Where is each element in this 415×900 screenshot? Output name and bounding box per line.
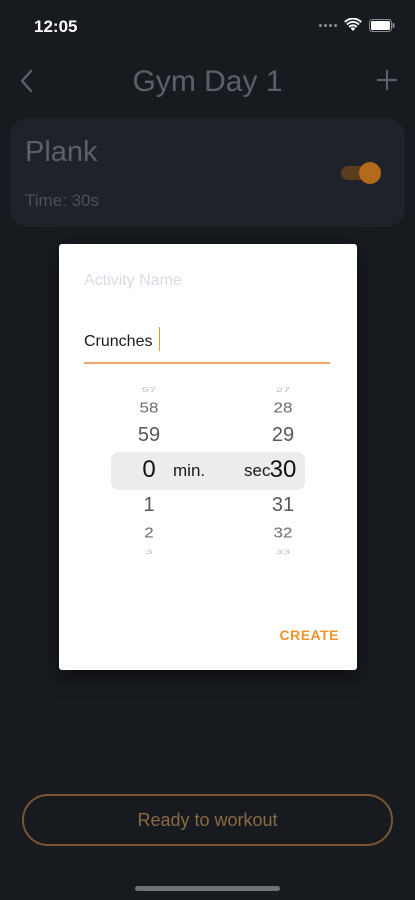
status-bar: 12:05	[0, 0, 415, 54]
minutes-option[interactable]: 3	[119, 548, 179, 556]
minutes-option[interactable]: 58	[119, 400, 179, 417]
seconds-unit-label: sec.	[244, 461, 276, 480]
minutes-unit-label: min.	[173, 461, 206, 480]
add-button[interactable]	[374, 65, 400, 95]
seconds-option[interactable]: 32	[253, 525, 313, 542]
home-indicator	[135, 886, 280, 891]
status-icons	[319, 18, 395, 32]
minutes-option[interactable]: 2	[119, 525, 179, 542]
activity-name-label: Activity Name	[84, 272, 182, 289]
nav-bar: Gym Day 1	[0, 56, 415, 108]
seconds-option[interactable]: 31	[253, 494, 313, 517]
cellular-signal-icon	[319, 23, 337, 27]
create-activity-dialog: Activity Name 57 58 59 0 1 2 3 min. 27 2…	[59, 244, 357, 670]
activity-name-input[interactable]	[84, 322, 330, 364]
minutes-option[interactable]: 57	[119, 386, 179, 394]
minutes-option[interactable]: 1	[119, 494, 179, 517]
plus-icon	[377, 70, 397, 90]
seconds-option[interactable]: 27	[253, 386, 313, 394]
status-time: 12:05	[34, 17, 78, 36]
seconds-option[interactable]: 33	[253, 548, 313, 556]
battery-icon	[369, 18, 395, 32]
duration-picker[interactable]: 57 58 59 0 1 2 3 min. 27 28 29 30 31 32 …	[111, 378, 305, 568]
page-title: Gym Day 1	[132, 65, 283, 98]
seconds-option[interactable]: 28	[253, 400, 313, 417]
ready-to-workout-button[interactable]: Ready to workout	[22, 794, 393, 846]
wifi-icon	[344, 18, 362, 31]
activity-title: Plank	[25, 136, 98, 168]
minutes-option[interactable]: 59	[119, 424, 179, 447]
create-button[interactable]: CREATE	[279, 627, 339, 643]
activity-time: Time: 30s	[25, 191, 100, 210]
minutes-wheel[interactable]: 57 58 59 0 1 2 3	[119, 378, 179, 568]
activity-card[interactable]: Plank Time: 30s	[10, 118, 405, 227]
toggle-knob	[359, 162, 381, 184]
activity-toggle[interactable]	[341, 162, 381, 184]
seconds-option[interactable]: 29	[253, 424, 313, 447]
minutes-selected[interactable]: 0	[119, 456, 179, 484]
text-caret	[159, 327, 160, 351]
